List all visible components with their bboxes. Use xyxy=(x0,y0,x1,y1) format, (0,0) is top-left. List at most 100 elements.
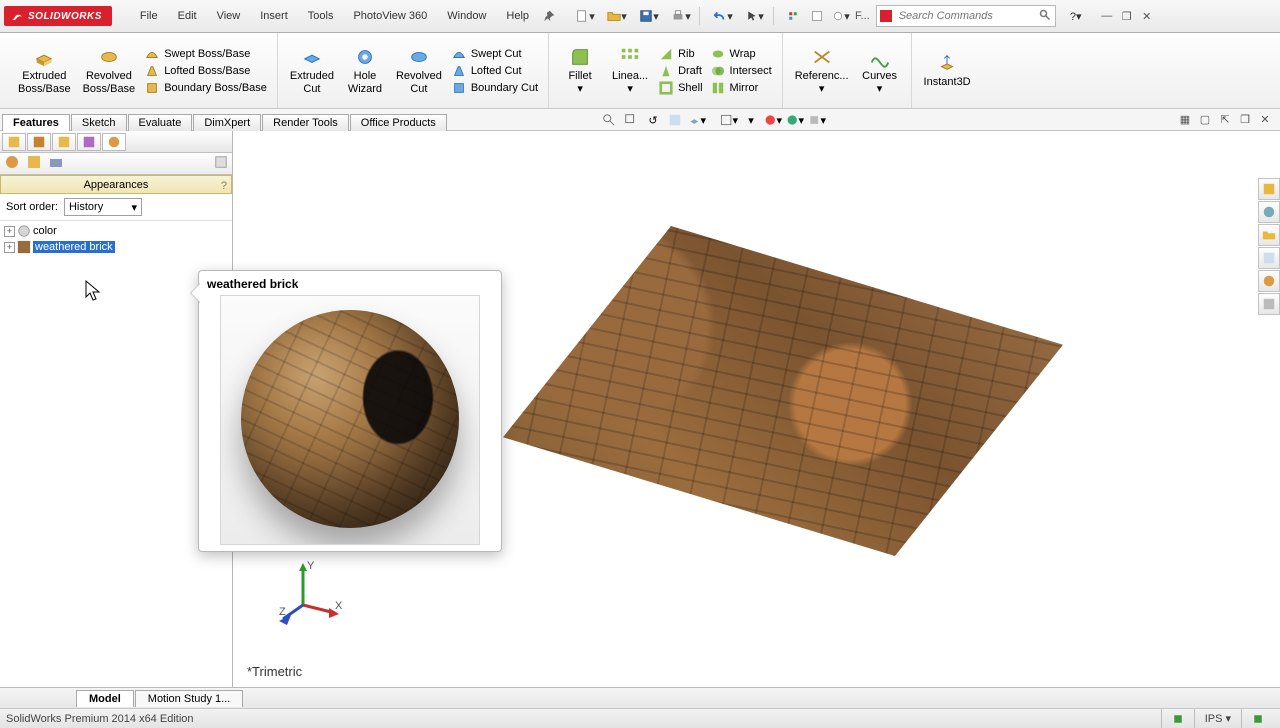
undo-button[interactable]: ▾ xyxy=(709,6,737,26)
hole-wizard-button[interactable]: HoleWizard xyxy=(340,44,390,97)
search-icon[interactable] xyxy=(1035,9,1055,24)
display-style-icon[interactable]: ▾ xyxy=(720,111,738,129)
taskpane-custom-props-icon[interactable] xyxy=(1258,293,1280,315)
swept-boss-button[interactable]: Swept Boss/Base xyxy=(145,47,267,61)
curves-icon xyxy=(869,46,891,68)
doc-restore-icon[interactable]: ❐ xyxy=(1118,8,1136,24)
boundary-cut-button[interactable]: Boundary Cut xyxy=(452,81,538,95)
new-button[interactable]: ▾ xyxy=(571,6,599,26)
tab-model[interactable]: Model xyxy=(76,690,134,707)
dimxpert-manager-tab[interactable] xyxy=(77,133,101,151)
options-button[interactable] xyxy=(807,6,827,26)
section-view-icon[interactable] xyxy=(666,111,684,129)
boundary-boss-button[interactable]: Boundary Boss/Base xyxy=(145,81,267,95)
tab-render-tools[interactable]: Render Tools xyxy=(262,114,349,131)
configuration-manager-tab[interactable] xyxy=(52,133,76,151)
edit-appearance-icon[interactable]: ▾ xyxy=(764,111,782,129)
appearances-subtab-icon[interactable] xyxy=(4,154,20,173)
lofted-boss-button[interactable]: Lofted Boss/Base xyxy=(145,64,267,78)
extruded-boss-button[interactable]: ExtrudedBoss/Base xyxy=(12,44,77,97)
apply-scene-icon[interactable]: ▾ xyxy=(786,111,804,129)
viewport-single-icon[interactable]: ▢ xyxy=(1196,111,1214,127)
model-brick-plane[interactable] xyxy=(503,226,1063,556)
tab-office-products[interactable]: Office Products xyxy=(350,114,447,131)
wrap-button[interactable]: Wrap xyxy=(711,47,772,61)
curves-button[interactable]: Curves▾ xyxy=(855,44,905,97)
taskpane-appearances-icon[interactable] xyxy=(1258,270,1280,292)
tab-evaluate[interactable]: Evaluate xyxy=(128,114,193,131)
expand-icon[interactable]: + xyxy=(4,226,15,237)
menu-file[interactable]: File xyxy=(130,6,168,26)
taskpane-design-library-icon[interactable] xyxy=(1258,201,1280,223)
linear-pattern-button[interactable]: Linea...▾ xyxy=(605,44,655,97)
save-button[interactable]: ▾ xyxy=(635,6,663,26)
viewport-maximize-icon[interactable]: ❐ xyxy=(1236,111,1254,127)
revolved-boss-button[interactable]: RevolvedBoss/Base xyxy=(77,44,142,97)
menu-view[interactable]: View xyxy=(207,6,251,26)
tab-features[interactable]: Features xyxy=(2,114,70,131)
menu-help[interactable]: Help xyxy=(496,6,539,26)
hide-show-icon[interactable]: ▾ xyxy=(742,111,760,129)
taskpane-view-palette-icon[interactable] xyxy=(1258,247,1280,269)
taskpane-file-explorer-icon[interactable] xyxy=(1258,224,1280,246)
menu-window[interactable]: Window xyxy=(437,6,496,26)
reference-geometry-button[interactable]: Referenc...▾ xyxy=(789,44,855,97)
tree-item-color[interactable]: + color xyxy=(0,223,232,239)
rib-button[interactable]: Rib xyxy=(659,47,702,61)
tab-dimxpert[interactable]: DimXpert xyxy=(193,114,261,131)
viewport-link-icon[interactable]: ⇱ xyxy=(1216,111,1234,127)
fillet-button[interactable]: Fillet▾ xyxy=(555,44,605,97)
menu-edit[interactable]: Edit xyxy=(168,6,207,26)
panel-help-icon[interactable]: ? xyxy=(221,177,227,195)
swept-boss-icon xyxy=(145,47,159,61)
settings-button[interactable]: ▾ xyxy=(831,6,851,26)
doc-minimize-icon[interactable]: — xyxy=(1098,8,1116,24)
status-units[interactable]: IPS ▾ xyxy=(1194,709,1241,728)
search-input[interactable] xyxy=(895,10,1035,22)
lofted-cut-button[interactable]: Lofted Cut xyxy=(452,64,538,78)
revolved-cut-button[interactable]: RevolvedCut xyxy=(390,44,448,97)
search-box[interactable] xyxy=(876,5,1056,27)
intersect-button[interactable]: Intersect xyxy=(711,64,772,78)
draft-button[interactable]: Draft xyxy=(659,64,702,78)
expand-icon[interactable]: + xyxy=(4,242,15,253)
status-indicator-2 xyxy=(1241,709,1274,728)
menu-tools[interactable]: Tools xyxy=(298,6,344,26)
mirror-button[interactable]: Mirror xyxy=(711,81,772,95)
menu-insert[interactable]: Insert xyxy=(250,6,298,26)
zoom-area-icon[interactable] xyxy=(622,111,640,129)
tree-item-weathered-brick[interactable]: + weathered brick xyxy=(0,239,232,255)
tab-motion-study[interactable]: Motion Study 1... xyxy=(135,690,244,707)
decals-subtab-icon[interactable] xyxy=(26,154,42,173)
preview-title: weathered brick xyxy=(207,277,493,291)
doc-close-icon[interactable]: ✕ xyxy=(1138,8,1156,24)
panel-menu-icon[interactable] xyxy=(214,155,228,172)
previous-view-icon[interactable]: ↺ xyxy=(644,111,662,129)
rebuild-button[interactable] xyxy=(783,6,803,26)
tab-sketch[interactable]: Sketch xyxy=(71,114,127,131)
extruded-cut-button[interactable]: ExtrudedCut xyxy=(284,44,340,97)
display-manager-tab[interactable] xyxy=(102,133,126,151)
viewport-tile-icon[interactable]: ▦ xyxy=(1176,111,1194,127)
swept-cut-button[interactable]: Swept Cut xyxy=(452,47,538,61)
pin-button[interactable] xyxy=(539,6,559,26)
select-button[interactable]: ▾ xyxy=(741,6,769,26)
sort-dropdown[interactable]: History▾ xyxy=(64,198,142,216)
help-dropdown[interactable]: ?▾ xyxy=(1062,6,1090,26)
view-orientation-icon[interactable]: ▾ xyxy=(688,111,706,129)
zoom-fit-icon[interactable] xyxy=(600,111,618,129)
sw-small-icon xyxy=(880,10,892,22)
shell-button[interactable]: Shell xyxy=(659,81,702,95)
menu-photoview[interactable]: PhotoView 360 xyxy=(343,6,437,26)
property-manager-tab[interactable] xyxy=(27,133,51,151)
viewport-close-icon[interactable]: ✕ xyxy=(1256,111,1274,127)
print-button[interactable]: ▾ xyxy=(667,6,695,26)
scenes-subtab-icon[interactable] xyxy=(48,154,64,173)
feature-manager-tab[interactable] xyxy=(2,133,26,151)
view-settings-icon[interactable]: ▾ xyxy=(808,111,826,129)
taskpane-resources-icon[interactable] xyxy=(1258,178,1280,200)
shell-icon xyxy=(659,81,673,95)
instant3d-button[interactable]: Instant3D xyxy=(918,50,977,91)
app-logo: SOLIDWORKS xyxy=(4,6,112,26)
open-button[interactable]: ▾ xyxy=(603,6,631,26)
